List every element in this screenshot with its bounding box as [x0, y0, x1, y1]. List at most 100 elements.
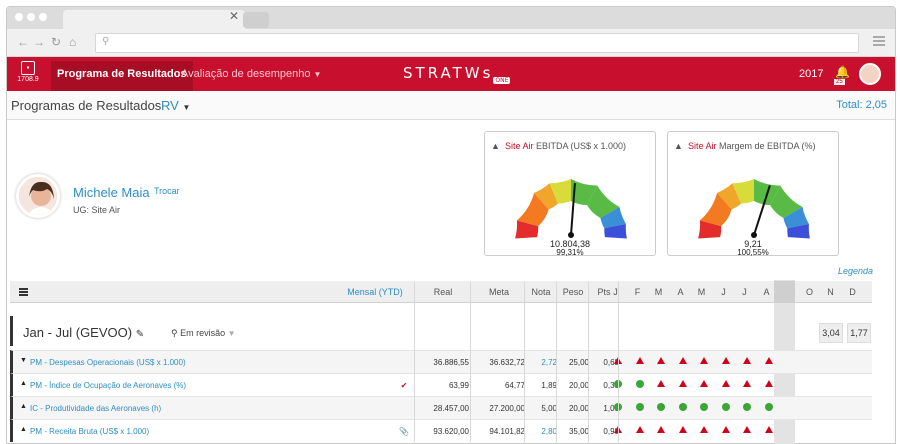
status-triangle-icon[interactable] [743, 426, 751, 433]
gauge-percent: 99,31% [556, 248, 584, 256]
gauge-pivot [568, 232, 574, 238]
nav-avaliacao-label: Avaliação de desempenho [181, 68, 311, 80]
legend-link[interactable]: Legenda [838, 266, 873, 276]
edit-pencil-icon[interactable]: ✎ [136, 329, 144, 340]
program-selector[interactable]: RV ▼ [161, 98, 190, 113]
header-month: O [805, 287, 813, 297]
status-triangle-icon[interactable] [722, 357, 730, 364]
back-icon[interactable]: ← [17, 35, 29, 49]
row-flag-icon[interactable]: ✔ [397, 381, 411, 390]
indicator-name[interactable]: PM - Receita Bruta (US$ x 1.000) [30, 427, 149, 436]
browser-menu-icon[interactable] [873, 36, 885, 46]
browser-tab-bar: ✕ [7, 7, 895, 29]
status-triangle-icon[interactable] [765, 357, 773, 364]
current-month-header [774, 281, 795, 303]
header-peso: Peso [562, 287, 584, 297]
row-arrow-icon[interactable]: ▲ [20, 380, 27, 387]
cell-peso: 20,00 [568, 381, 589, 390]
row-arrow-icon[interactable]: ▲ [20, 426, 27, 433]
status-triangle-icon[interactable] [743, 380, 751, 387]
header-month: J [721, 287, 726, 297]
new-tab-button[interactable] [243, 12, 269, 28]
header-month: N [827, 287, 834, 297]
status-triangle-icon[interactable] [722, 380, 730, 387]
up-arrow-icon: ▲ [491, 141, 500, 151]
status-triangle-icon[interactable] [657, 357, 665, 364]
status-dot-icon[interactable] [765, 403, 773, 411]
home-icon[interactable]: ⌂ [69, 35, 76, 49]
cell-peso: 35,00 [568, 427, 589, 436]
forward-icon[interactable]: → [33, 35, 45, 49]
indicator-name[interactable]: IC - Produtividade das Aeronaves (h) [30, 404, 161, 413]
gauge-title: ▲ Site Air Margem de EBITDA (%) [674, 141, 816, 151]
status-triangle-icon[interactable] [765, 380, 773, 387]
gauge-site: Site Air [504, 141, 534, 151]
caret-down-icon: ▼ [182, 103, 191, 112]
profile-ug: UG: Site Air [73, 205, 121, 215]
table-row[interactable]: ▼ PM - Despesas Operacionais (US$ x 1.000… [10, 350, 872, 373]
status-triangle-icon[interactable] [679, 357, 687, 364]
table-row[interactable]: ▲ IC - Produtividade das Aeronaves (h) 28.… [10, 396, 872, 419]
status-triangle-icon[interactable] [700, 357, 708, 364]
status-dot-icon[interactable] [743, 403, 751, 411]
status-triangle-icon[interactable] [679, 426, 687, 433]
row-flag-icon[interactable]: 📎 [397, 427, 411, 436]
reload-icon[interactable]: ↻ [51, 35, 61, 49]
status-dot-icon[interactable] [657, 403, 665, 411]
window-close-dot[interactable] [15, 13, 23, 21]
profile-avatar [16, 174, 60, 218]
status-triangle-icon[interactable] [700, 380, 708, 387]
row-arrow-icon[interactable]: ▼ [20, 357, 27, 364]
row-arrow-icon[interactable]: ▲ [20, 403, 27, 410]
status-dot-icon[interactable] [700, 403, 708, 411]
gauge-card-margem[interactable]: ▲ Site Air Margem de EBITDA (%) 9,21 100… [667, 131, 839, 256]
browser-tab[interactable] [63, 10, 245, 29]
tab-close-icon[interactable]: ✕ [229, 9, 239, 23]
notification-bell-icon[interactable]: 🔔 25 [834, 65, 850, 85]
window-minimize-dot[interactable] [27, 13, 35, 21]
status-dot-icon[interactable] [679, 403, 687, 411]
page-title: Programas de Resultados [11, 98, 162, 113]
brand-sub: ONE [493, 77, 511, 84]
header-month: J [742, 287, 747, 297]
status-triangle-icon[interactable] [679, 380, 687, 387]
year-selector[interactable]: 2017 [799, 68, 823, 80]
change-user-link[interactable]: Trocar [154, 186, 180, 196]
gauge-dial [698, 179, 810, 239]
address-bar[interactable]: ⚲ [95, 33, 859, 53]
app-badge[interactable]: ▪ 1708.9 [15, 60, 41, 88]
status-dot-icon[interactable] [722, 403, 730, 411]
app-header: ▪ 1708.9 Programa de Resultados Avaliaçã… [7, 57, 895, 91]
cell-real: 36.886,55 [433, 358, 469, 367]
user-avatar[interactable] [859, 63, 881, 85]
period-title: Jan - Jul (GEVOO) ✎ [23, 325, 144, 340]
cell-meta: 94.101,82 [489, 427, 525, 436]
window-maximize-dot[interactable] [39, 13, 47, 21]
nav-programa-resultados[interactable]: Programa de Resultados [51, 61, 193, 91]
status-triangle-icon[interactable] [657, 380, 665, 387]
status-triangle-icon[interactable] [722, 426, 730, 433]
cell-nota: 5,00 [541, 404, 557, 413]
user-card-icon: ▪ [21, 61, 35, 75]
table-row[interactable]: ▲ PM - Índice de Ocupação de Aeronaves (%… [10, 373, 872, 396]
status-triangle-icon[interactable] [636, 357, 644, 364]
gauge-card-ebitda[interactable]: ▲ Site Air EBITDA (US$ x 1.000) 10.804,3… [484, 131, 656, 256]
indicator-name[interactable]: PM - Índice de Ocupação de Aeronaves (%) [30, 381, 186, 390]
hamburger-menu-icon[interactable] [19, 288, 28, 296]
status-triangle-icon[interactable] [743, 357, 751, 364]
header-period[interactable]: Mensal (YTD) [346, 287, 404, 297]
status-dot-icon[interactable] [636, 380, 644, 388]
status-triangle-icon[interactable] [657, 426, 665, 433]
status-triangle-icon[interactable] [700, 426, 708, 433]
browser-nav-bar: ← → ↻ ⌂ ⚲ [7, 29, 895, 57]
indicator-name[interactable]: PM - Despesas Operacionais (US$ x 1.000) [30, 358, 186, 367]
status-triangle-icon[interactable] [765, 426, 773, 433]
caret-down-icon: ▼ [227, 329, 236, 338]
nav-avaliacao-desempenho[interactable]: Avaliação de desempenho ▼ [181, 68, 321, 80]
column-divider [618, 282, 619, 444]
table-row[interactable]: ▲ PM - Receita Bruta (US$ x 1.000) 📎 93.620… [10, 419, 872, 442]
status-dot-icon[interactable] [636, 403, 644, 411]
column-divider [470, 282, 471, 444]
review-status[interactable]: ⚲ Em revisão ▼ [171, 328, 236, 339]
status-triangle-icon[interactable] [636, 426, 644, 433]
